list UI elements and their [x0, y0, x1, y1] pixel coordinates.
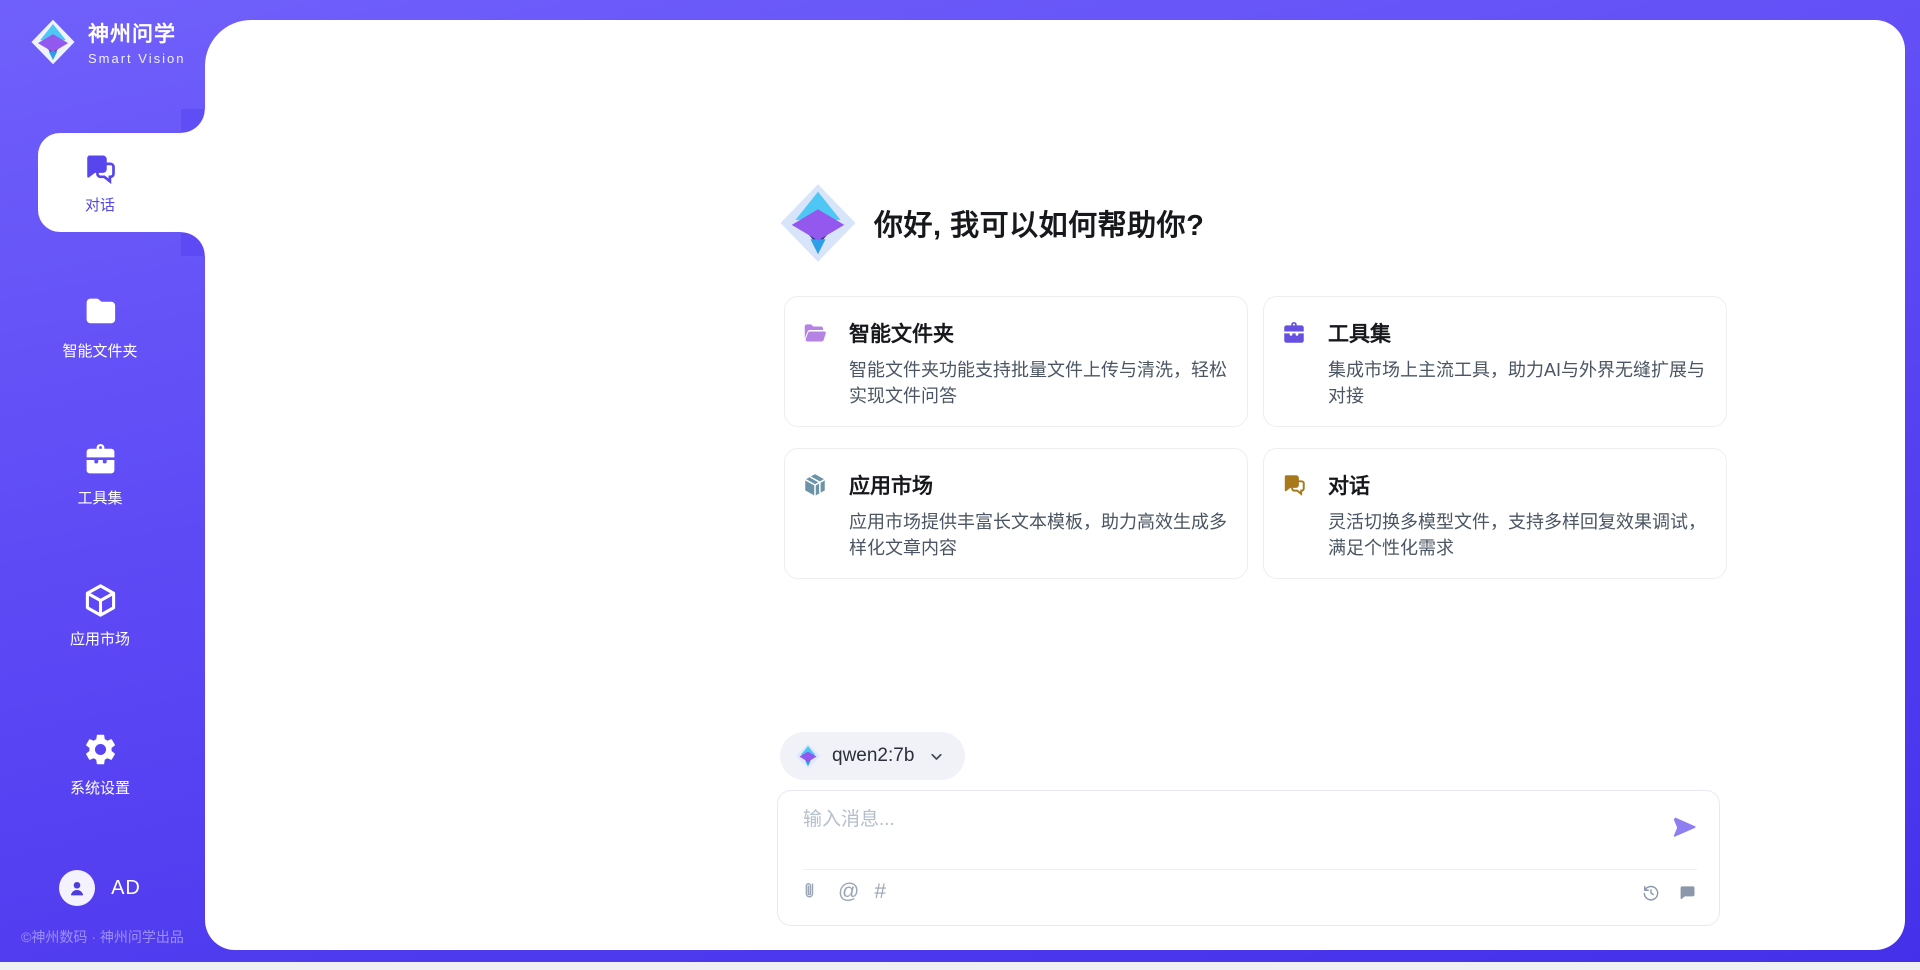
card-smart-folder[interactable]: 智能文件夹 智能文件夹功能支持批量文件上传与清洗，轻松实现文件问答 [784, 296, 1248, 427]
send-icon [1671, 813, 1699, 841]
folder-open-icon [802, 320, 828, 346]
cube-icon [802, 472, 828, 498]
sidebar-item-app-market[interactable]: 应用市场 [0, 582, 200, 649]
avatar [59, 870, 95, 906]
sidebar-item-label: 对话 [85, 194, 115, 215]
card-description: 灵活切换多模型文件，支持多样回复效果调试，满足个性化需求 [1328, 509, 1712, 561]
horizontal-scrollbar[interactable] [0, 962, 1920, 970]
greeting: 你好, 我可以如何帮助你? [778, 183, 1204, 263]
brand-logo: 神州问学 Smart Vision [30, 16, 185, 68]
composer-divider [803, 869, 1697, 870]
card-description: 集成市场上主流工具，助力AI与外界无缝扩展与对接 [1328, 357, 1712, 409]
mention-icon[interactable]: @ [838, 881, 859, 902]
tab-fillet-top [181, 109, 205, 133]
message-input[interactable] [803, 803, 1623, 837]
card-chat[interactable]: 对话 灵活切换多模型文件，支持多样回复效果调试，满足个性化需求 [1263, 448, 1727, 579]
toolbox-icon [82, 441, 119, 478]
card-description: 智能文件夹功能支持批量文件上传与清洗，轻松实现文件问答 [849, 357, 1233, 409]
attachment-icon[interactable] [802, 881, 823, 902]
hashtag-icon[interactable]: # [874, 881, 886, 902]
card-title: 智能文件夹 [849, 318, 954, 348]
card-app-market[interactable]: 应用市场 应用市场提供丰富长文本模板，助力高效生成多样化文章内容 [784, 448, 1248, 579]
folder-icon [82, 294, 119, 331]
sidebar-item-smart-folder[interactable]: 智能文件夹 [0, 294, 200, 361]
brand-name: 神州问学 [88, 18, 185, 48]
sidebar-item-toolset[interactable]: 工具集 [0, 441, 200, 508]
sidebar-item-label: 系统设置 [70, 777, 130, 798]
chat-square-icon[interactable] [1677, 883, 1697, 903]
copyright-footer: ©神州数码 · 神州问学出品 [0, 927, 205, 947]
main-panel: 你好, 我可以如何帮助你? 智能文件夹 智能文件夹功能支持批量文件上传与清洗，轻… [205, 20, 1905, 950]
sidebar-item-settings[interactable]: 系统设置 [0, 731, 200, 798]
sidebar-item-label: 智能文件夹 [62, 340, 137, 361]
user-name: AD [111, 877, 141, 900]
card-title: 应用市场 [849, 470, 933, 500]
app-root: { "colors": { "accent": "#4f46e5", "side… [0, 0, 1920, 970]
history-icon[interactable] [1641, 883, 1661, 903]
feature-cards: 智能文件夹 智能文件夹功能支持批量文件上传与清洗，轻松实现文件问答 工具集 集成… [784, 296, 1727, 579]
send-button[interactable] [1671, 813, 1699, 841]
model-name: qwen2:7b [832, 745, 914, 767]
card-title: 工具集 [1328, 318, 1391, 348]
chevron-down-icon [928, 748, 945, 765]
user-profile[interactable]: AD [0, 870, 200, 906]
sidebar-item-chat[interactable]: 对话 [38, 133, 210, 232]
chat-bubbles-icon [82, 151, 118, 187]
brand-diamond-icon [30, 16, 76, 68]
greeting-text: 你好, 我可以如何帮助你? [874, 202, 1204, 244]
sidebar-item-label: 应用市场 [70, 628, 130, 649]
tab-fillet-bottom [181, 232, 205, 256]
card-title: 对话 [1328, 470, 1370, 500]
person-icon [66, 877, 88, 899]
sidebar-item-label: 工具集 [77, 487, 122, 508]
model-selector[interactable]: qwen2:7b [780, 732, 965, 780]
chat-bubbles-icon [1281, 472, 1307, 498]
card-description: 应用市场提供丰富长文本模板，助力高效生成多样化文章内容 [849, 509, 1233, 561]
card-toolset[interactable]: 工具集 集成市场上主流工具，助力AI与外界无缝扩展与对接 [1263, 296, 1727, 427]
brand-tagline: Smart Vision [88, 51, 185, 66]
cube-icon [82, 582, 119, 619]
toolbox-icon [1281, 320, 1307, 346]
gear-icon [82, 731, 119, 768]
message-composer: @ # [777, 790, 1720, 926]
brand-diamond-icon [778, 183, 858, 263]
brand-diamond-icon [795, 743, 821, 769]
